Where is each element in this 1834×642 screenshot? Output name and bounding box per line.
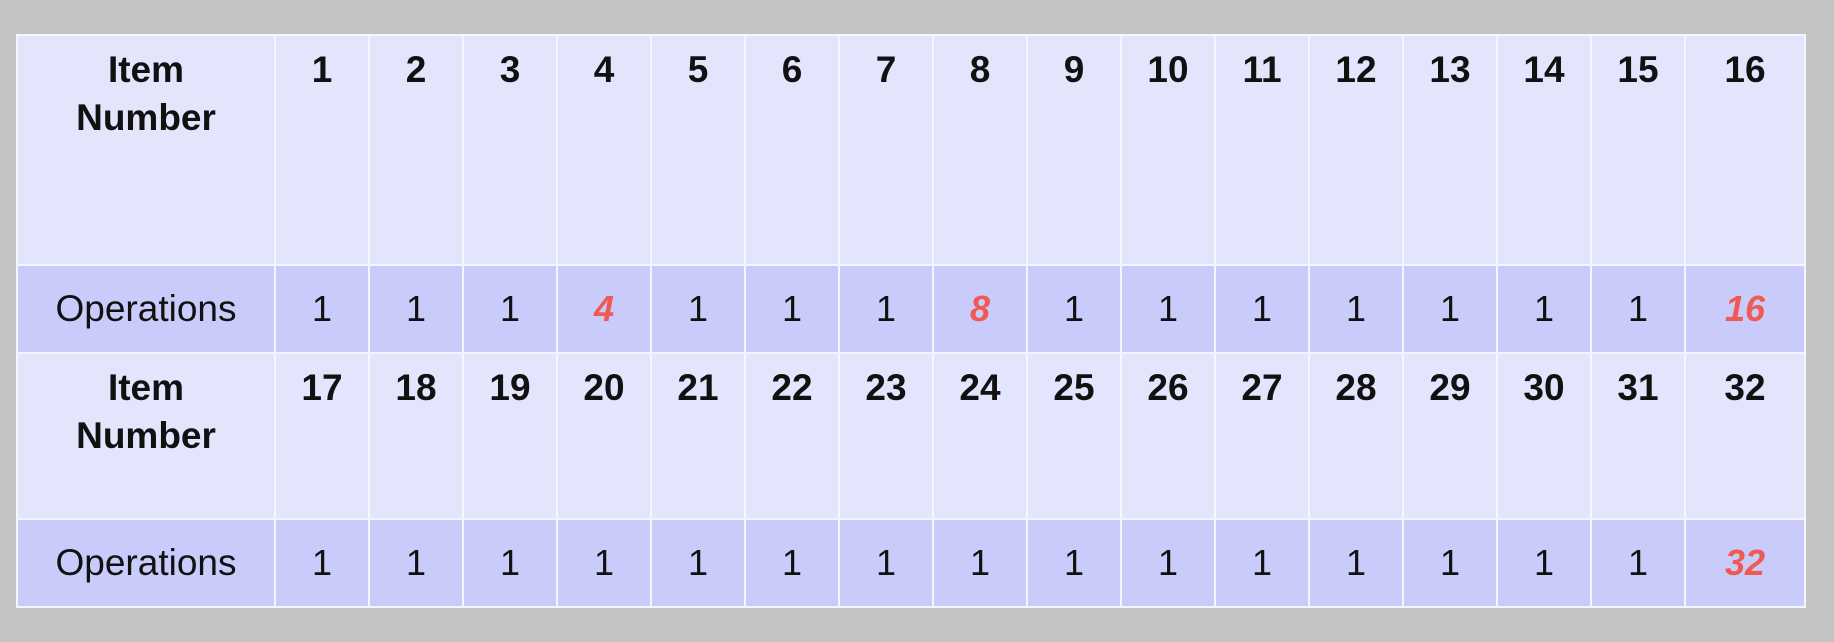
operations-cell: 1 bbox=[1590, 518, 1686, 608]
operations-table-container: Item Number 1 2 3 4 5 6 7 8 9 10 11 12 13 14 15 16 Operat… bbox=[16, 34, 1806, 608]
operations-cell-highlighted: 8 bbox=[932, 264, 1028, 354]
item-number-row: Item Number 17 18 19 20 21 22 23 24 25 26 27 28 29 30 3… bbox=[16, 352, 1806, 520]
item-number-row: Item Number 1 2 3 4 5 6 7 8 9 10 11 12 13 14 15 16 bbox=[16, 34, 1806, 266]
item-number-cell: 2 bbox=[368, 34, 464, 266]
operations-cell: 1 bbox=[368, 518, 464, 608]
item-number-cell: 6 bbox=[744, 34, 840, 266]
item-number-cell: 5 bbox=[650, 34, 746, 266]
operations-row: Operations 1 1 1 4 1 1 1 8 1 1 1 1 1 1 1 16 bbox=[16, 264, 1806, 354]
item-number-cell: 15 bbox=[1590, 34, 1686, 266]
operations-cell: 1 bbox=[1214, 518, 1310, 608]
item-number-cell: 24 bbox=[932, 352, 1028, 520]
operations-table: Item Number 1 2 3 4 5 6 7 8 9 10 11 12 13 14 15 16 Operat… bbox=[16, 34, 1806, 608]
item-number-cell: 19 bbox=[462, 352, 558, 520]
item-number-cell: 9 bbox=[1026, 34, 1122, 266]
item-number-cell: 11 bbox=[1214, 34, 1310, 266]
item-number-cell: 30 bbox=[1496, 352, 1592, 520]
item-number-cell: 26 bbox=[1120, 352, 1216, 520]
table-body: Item Number 1 2 3 4 5 6 7 8 9 10 11 12 13 14 15 16 Operat… bbox=[16, 34, 1806, 608]
item-number-cell: 8 bbox=[932, 34, 1028, 266]
item-number-cell: 18 bbox=[368, 352, 464, 520]
operations-header: Operations bbox=[16, 518, 276, 608]
item-number-cell: 16 bbox=[1684, 34, 1806, 266]
operations-cell-highlighted: 4 bbox=[556, 264, 652, 354]
item-number-cell: 31 bbox=[1590, 352, 1686, 520]
operations-cell: 1 bbox=[1308, 518, 1404, 608]
operations-cell: 1 bbox=[1402, 264, 1498, 354]
operations-cell: 1 bbox=[274, 264, 370, 354]
operations-cell: 1 bbox=[1026, 264, 1122, 354]
item-number-cell: 28 bbox=[1308, 352, 1404, 520]
operations-cell-highlighted: 32 bbox=[1684, 518, 1806, 608]
operations-cell: 1 bbox=[1590, 264, 1686, 354]
operations-cell: 1 bbox=[1496, 518, 1592, 608]
operations-cell: 1 bbox=[368, 264, 464, 354]
operations-cell: 1 bbox=[462, 518, 558, 608]
operations-cell: 1 bbox=[1308, 264, 1404, 354]
operations-cell: 1 bbox=[1026, 518, 1122, 608]
operations-cell: 1 bbox=[1120, 518, 1216, 608]
item-number-cell: 23 bbox=[838, 352, 934, 520]
item-number-cell: 20 bbox=[556, 352, 652, 520]
operations-cell: 1 bbox=[1496, 264, 1592, 354]
item-number-cell: 22 bbox=[744, 352, 840, 520]
item-number-cell: 4 bbox=[556, 34, 652, 266]
item-number-cell: 14 bbox=[1496, 34, 1592, 266]
operations-cell: 1 bbox=[744, 518, 840, 608]
item-number-cell: 1 bbox=[274, 34, 370, 266]
operations-cell: 1 bbox=[650, 518, 746, 608]
operations-row: Operations 1 1 1 1 1 1 1 1 1 1 1 1 1 1 1 32 bbox=[16, 518, 1806, 608]
item-number-cell: 32 bbox=[1684, 352, 1806, 520]
item-number-cell: 25 bbox=[1026, 352, 1122, 520]
operations-cell: 1 bbox=[1120, 264, 1216, 354]
item-number-cell: 3 bbox=[462, 34, 558, 266]
item-number-cell: 12 bbox=[1308, 34, 1404, 266]
item-number-header: Item Number bbox=[16, 34, 276, 266]
operations-cell: 1 bbox=[274, 518, 370, 608]
item-number-cell: 21 bbox=[650, 352, 746, 520]
operations-cell: 1 bbox=[556, 518, 652, 608]
operations-cell: 1 bbox=[462, 264, 558, 354]
item-number-cell: 13 bbox=[1402, 34, 1498, 266]
operations-cell: 1 bbox=[744, 264, 840, 354]
operations-cell: 1 bbox=[838, 518, 934, 608]
item-number-cell: 29 bbox=[1402, 352, 1498, 520]
item-number-cell: 27 bbox=[1214, 352, 1310, 520]
operations-cell: 1 bbox=[1214, 264, 1310, 354]
item-number-header: Item Number bbox=[16, 352, 276, 520]
item-number-cell: 7 bbox=[838, 34, 934, 266]
operations-cell-highlighted: 16 bbox=[1684, 264, 1806, 354]
operations-cell: 1 bbox=[1402, 518, 1498, 608]
item-number-cell: 17 bbox=[274, 352, 370, 520]
operations-cell: 1 bbox=[650, 264, 746, 354]
operations-cell: 1 bbox=[932, 518, 1028, 608]
operations-cell: 1 bbox=[838, 264, 934, 354]
item-number-cell: 10 bbox=[1120, 34, 1216, 266]
operations-header: Operations bbox=[16, 264, 276, 354]
